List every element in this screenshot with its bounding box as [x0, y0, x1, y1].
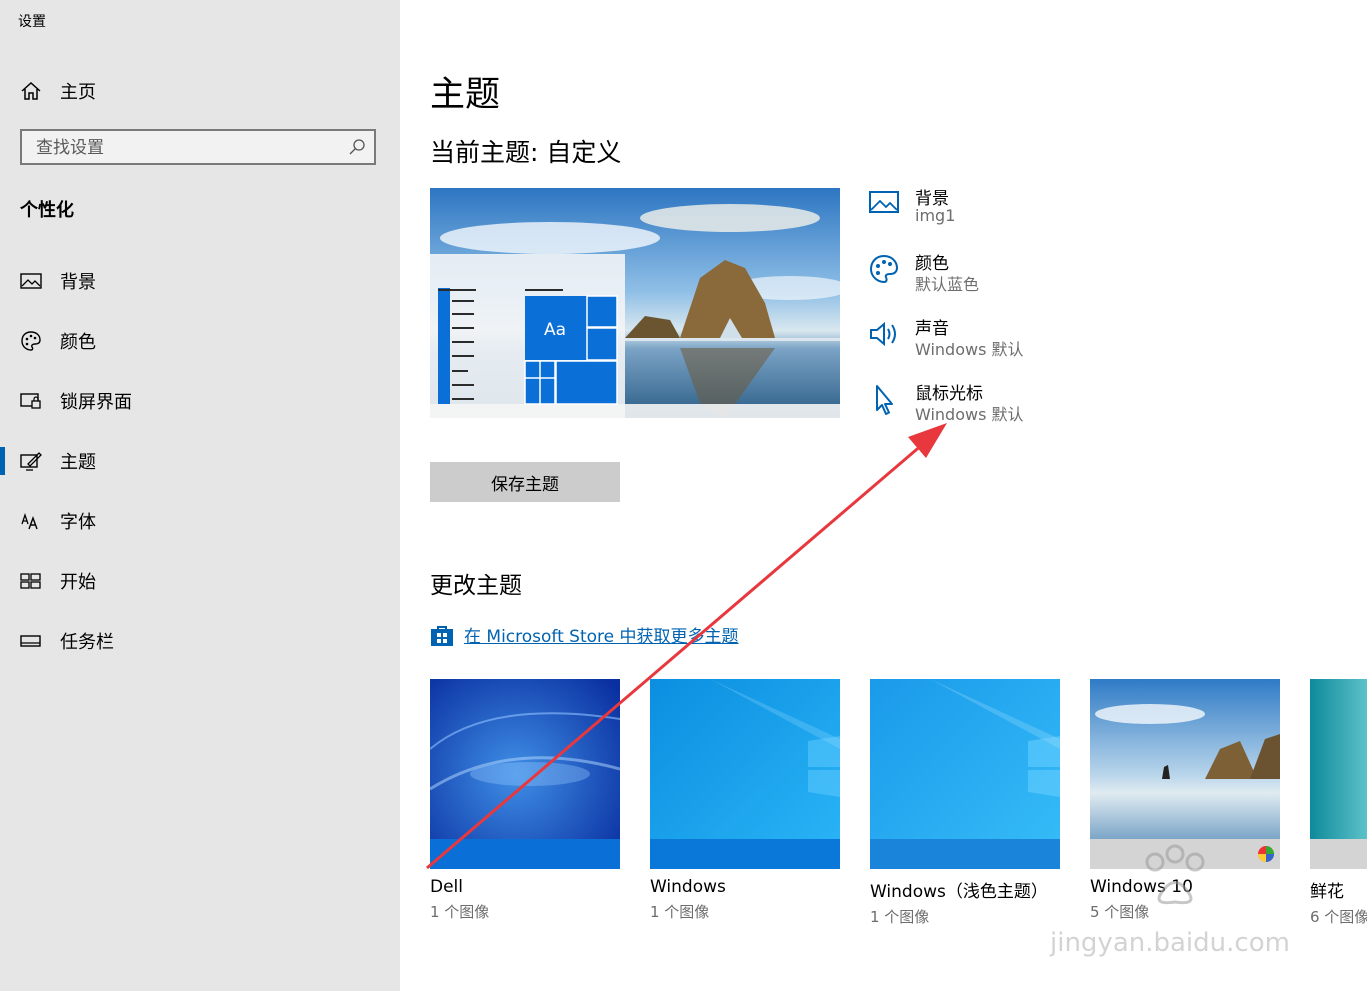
sidebar-item-label: 背景	[60, 272, 96, 293]
theme-tile-windows-light[interactable]: Windows（浅色主题） 1 个图像	[870, 679, 1060, 927]
save-theme-button[interactable]: 保存主题	[430, 462, 620, 502]
theme-name: 鲜花	[1310, 882, 1344, 902]
theme-tile-windows[interactable]: Windows 1 个图像	[650, 679, 840, 922]
theme-image-count: 5 个图像	[1090, 903, 1150, 921]
cursor-icon	[876, 385, 893, 415]
watermark-url: jingyan.baidu.com	[1050, 928, 1290, 958]
theme-preview: Aa	[430, 188, 840, 418]
current-theme-heading: 当前主题: 自定义	[430, 138, 622, 167]
theme-image-count: 1 个图像	[870, 908, 930, 926]
search-input[interactable]	[34, 136, 338, 160]
change-theme-heading: 更改主题	[430, 573, 522, 599]
sidebar-item-colors[interactable]: 颜色	[0, 319, 400, 363]
sidebar-item-background[interactable]: 背景	[0, 259, 400, 303]
lock-screen-icon	[20, 393, 41, 409]
property-value: 默认蓝色	[915, 275, 980, 294]
themes-icon	[20, 452, 42, 471]
preview-tile-text: Aa	[544, 320, 567, 340]
palette-icon	[21, 331, 41, 351]
sidebar-item-taskbar[interactable]: 任务栏	[0, 619, 400, 663]
theme-thumbnail	[870, 679, 1060, 869]
palette-icon	[869, 254, 899, 284]
theme-thumbnail	[1310, 679, 1367, 869]
picture-icon	[20, 273, 42, 289]
sidebar-item-label: 字体	[60, 512, 96, 533]
theme-tile-flowers[interactable]: 鲜花 6 个图像	[1310, 679, 1367, 927]
preview-start-menu	[438, 288, 618, 405]
sidebar-item-label: 任务栏	[60, 632, 114, 653]
theme-image-count: 6 个图像	[1310, 908, 1367, 926]
theme-name: Dell	[430, 877, 463, 897]
theme-name: Windows（浅色主题）	[870, 882, 1048, 902]
home-label: 主页	[60, 82, 96, 103]
sidebar-item-label: 锁屏界面	[60, 392, 132, 413]
sidebar-item-lock-screen[interactable]: 锁屏界面	[0, 379, 400, 423]
app-title: 设置	[18, 14, 46, 30]
theme-name: Windows	[650, 877, 726, 897]
speaker-icon	[870, 321, 896, 347]
home-nav-item[interactable]: 主页	[20, 78, 96, 104]
property-sound[interactable]: 声音 Windows 默认	[868, 314, 1168, 366]
store-link-text[interactable]: 在 Microsoft Store 中获取更多主题	[464, 622, 739, 647]
sidebar-item-themes[interactable]: 主题	[0, 439, 400, 483]
theme-name: Windows 10	[1090, 877, 1193, 897]
theme-tile-windows-10[interactable]: Windows 10 5 个图像	[1090, 679, 1280, 922]
sidebar-item-label: 开始	[60, 572, 96, 593]
font-icon	[21, 512, 38, 530]
home-icon	[21, 81, 41, 100]
theme-thumbnail	[1090, 679, 1280, 869]
sidebar: 设置 主页 个性化 背景 颜色 锁屏界面	[0, 0, 400, 991]
sidebar-item-fonts[interactable]: 字体	[0, 499, 400, 543]
search-icon[interactable]	[348, 138, 366, 156]
property-color[interactable]: 颜色 默认蓝色	[868, 249, 1168, 301]
property-value: img1	[915, 206, 956, 225]
sidebar-item-label: 颜色	[60, 332, 96, 353]
theme-tile-dell[interactable]: Dell 1 个图像	[430, 679, 620, 922]
property-value: Windows 默认	[915, 340, 1024, 359]
theme-thumbnail	[430, 679, 620, 869]
theme-image-count: 1 个图像	[650, 903, 710, 921]
sidebar-item-label: 主题	[60, 452, 96, 473]
picture-icon	[869, 191, 899, 213]
property-cursor[interactable]: 鼠标光标 Windows 默认	[868, 379, 1168, 431]
store-icon	[431, 625, 453, 646]
start-icon	[20, 573, 41, 589]
page-title: 主题	[430, 75, 501, 115]
search-box[interactable]	[20, 129, 376, 165]
store-link[interactable]: 在 Microsoft Store 中获取更多主题	[430, 622, 739, 647]
property-value: Windows 默认	[915, 405, 1024, 424]
theme-image-count: 1 个图像	[430, 903, 490, 921]
section-title: 个性化	[20, 200, 74, 221]
property-background[interactable]: 背景 img1	[868, 184, 1168, 236]
taskbar-icon	[20, 635, 41, 647]
theme-thumbnail	[650, 679, 840, 869]
sidebar-item-start[interactable]: 开始	[0, 559, 400, 603]
